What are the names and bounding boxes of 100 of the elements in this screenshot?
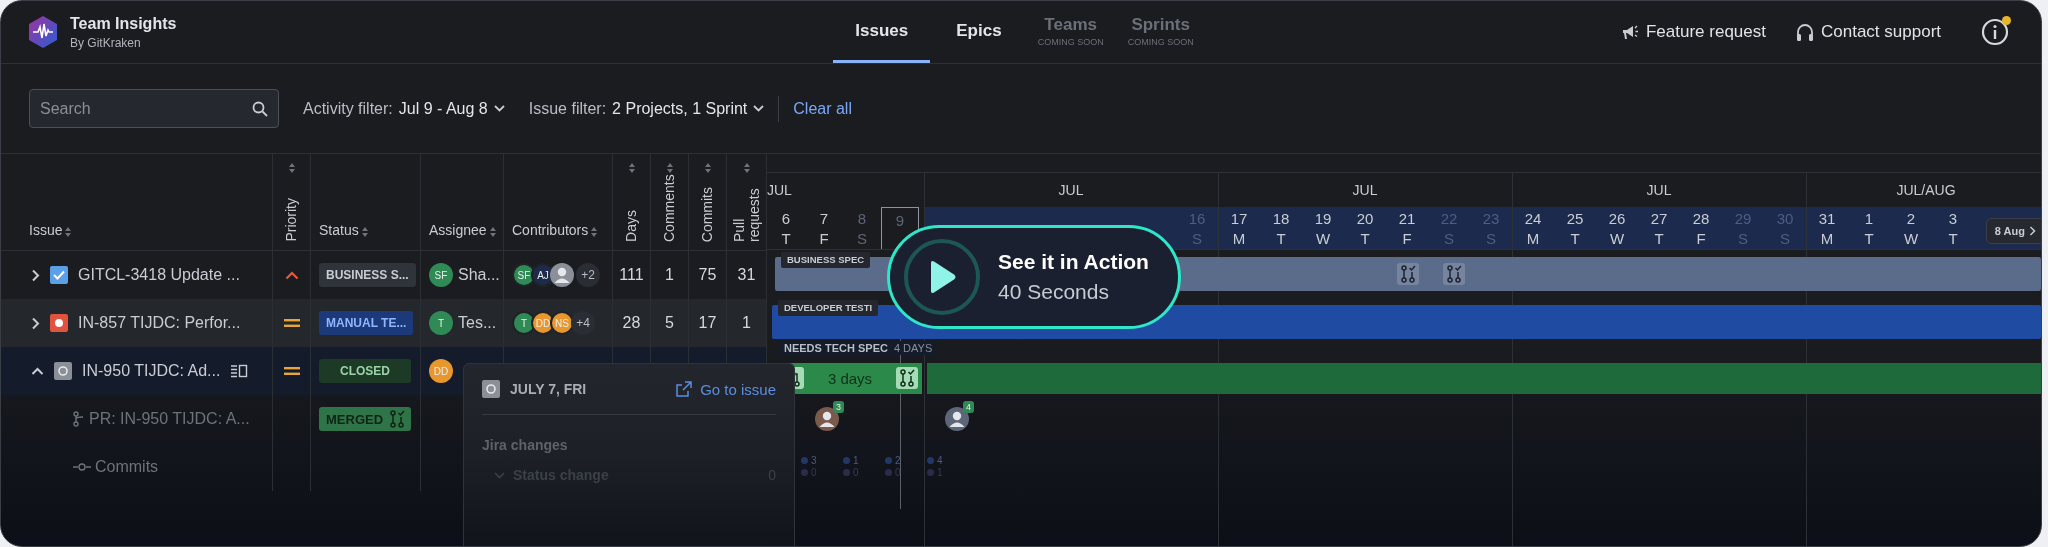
- headset-icon: [1796, 22, 1814, 42]
- avatar: DD: [429, 359, 453, 383]
- status-badge: CLOSED: [319, 359, 411, 383]
- table-cell: 17: [698, 314, 717, 332]
- issue-title[interactable]: IN-857 TIJDC: Perfor...: [78, 314, 241, 332]
- avatar: SF: [512, 263, 536, 287]
- popup-date: JULY 7, FRI: [510, 381, 588, 397]
- issue-type-icon: [482, 380, 500, 398]
- sort-icon: [488, 226, 497, 238]
- column-header[interactable]: Contributors: [512, 222, 589, 238]
- tab[interactable]: Issues: [833, 1, 931, 63]
- count-label: 3: [801, 454, 823, 466]
- sort-icon: [665, 162, 674, 174]
- table-cell: 111: [619, 266, 644, 284]
- commit-icon: [73, 462, 91, 472]
- assignee-name: Tes...: [458, 314, 497, 332]
- column-header[interactable]: Issue: [29, 222, 63, 238]
- merged-icon: [1446, 265, 1462, 283]
- column-header[interactable]: Priority: [284, 198, 299, 242]
- external-link-icon: [676, 381, 693, 397]
- promo-title: See it in Action: [998, 250, 1149, 274]
- sort-icon: [64, 226, 73, 238]
- table-cell: 1: [665, 266, 674, 284]
- caret-icon: [753, 105, 765, 112]
- video-promo-button[interactable]: See it in Action 40 Seconds: [887, 225, 1181, 329]
- count-label: 4: [927, 454, 949, 466]
- day-column-header: 6 T: [780, 208, 792, 249]
- avatar: T: [512, 311, 536, 335]
- avatar: SF: [429, 263, 453, 287]
- branch-icon: [73, 411, 85, 427]
- assignee-name: Sha...: [458, 266, 500, 284]
- column-header[interactable]: Status: [319, 222, 359, 238]
- logo-icon: [28, 15, 58, 49]
- feature-request-button[interactable]: Feature request: [1621, 22, 1766, 42]
- column-header[interactable]: Assignee: [429, 222, 487, 238]
- status-badge: MANUAL TE...: [319, 311, 414, 335]
- commits-label[interactable]: Commits: [95, 458, 159, 476]
- info-button[interactable]: [1981, 18, 2009, 46]
- status-badge: BUSINESS S...: [319, 263, 416, 287]
- chevron-up-icon[interactable]: [31, 366, 44, 376]
- duration-label: 4 DAYS: [893, 341, 933, 354]
- count-label: 2: [885, 454, 907, 466]
- month-label: JUL: [1351, 181, 1379, 200]
- column-header[interactable]: Commits: [700, 186, 715, 242]
- chevron-right-icon[interactable]: [31, 268, 40, 282]
- column-header[interactable]: Days: [624, 210, 639, 242]
- merged-marker[interactable]: [1397, 263, 1419, 285]
- duration-text: 3 days: [827, 369, 873, 387]
- app-title: Team Insights: [70, 14, 177, 33]
- chevron-right-icon: [2029, 226, 2036, 236]
- sort-icon: [590, 226, 599, 238]
- avatar-icon: [550, 263, 574, 287]
- pull-request-title[interactable]: PR: IN-950 TIJDC: A...: [89, 410, 250, 428]
- status-badge: MERGED: [319, 407, 411, 431]
- month-label: JUL: [767, 181, 793, 200]
- table-cell: 75: [698, 266, 717, 284]
- caret-icon: [493, 105, 505, 112]
- search-icon: [252, 101, 268, 117]
- table-cell: 5: [665, 314, 674, 332]
- day-column-header: 7 F: [818, 208, 830, 249]
- tab[interactable]: Epics: [934, 1, 1024, 63]
- column-header[interactable]: Pull requests: [731, 176, 762, 242]
- promo-duration: 40 Seconds: [998, 280, 1110, 304]
- merged-icon: [389, 410, 406, 428]
- megaphone-icon: [1621, 23, 1639, 41]
- month-label: JUL/AUG: [1895, 181, 1957, 200]
- stage-label: NEEDS TECH SPEC: [784, 341, 888, 354]
- issue-title[interactable]: IN-950 TIJDC: Ad...: [82, 362, 221, 380]
- sort-icon: [703, 162, 712, 174]
- column-header[interactable]: Comments: [662, 176, 677, 242]
- sort-icon: [287, 162, 296, 174]
- month-label: JUL: [1645, 181, 1673, 200]
- more-count: +4: [571, 311, 595, 335]
- issue-filter[interactable]: Issue filter: 2 Projects, 1 Sprint: [528, 99, 765, 118]
- day-column-header: 8 S: [856, 208, 868, 249]
- avatar: DD: [531, 311, 555, 335]
- stage-label: BUSINESS SPEC: [781, 252, 871, 268]
- search-field[interactable]: Search: [29, 89, 279, 128]
- avatar: T: [429, 311, 453, 335]
- sort-icon: [627, 162, 636, 174]
- table-cell: 31: [737, 266, 756, 284]
- stage-label: DEVELOPER TESTI: [778, 300, 879, 316]
- table-cell: 1: [742, 314, 751, 332]
- merged-icon: [1400, 265, 1416, 283]
- contact-support-button[interactable]: Contact support: [1796, 22, 1941, 42]
- count-label: 1: [843, 454, 865, 466]
- merged-icon: [899, 369, 915, 387]
- sort-icon: [742, 162, 751, 174]
- app-subtitle: By GitKraken: [70, 35, 142, 50]
- issue-title[interactable]: GITCL-3418 Update ...: [78, 266, 240, 284]
- count-badge: 4: [963, 401, 974, 413]
- jump-to-date-button[interactable]: 8 Aug: [1985, 218, 2041, 244]
- avatar: NS: [550, 311, 574, 335]
- chevron-right-icon[interactable]: [31, 316, 40, 330]
- activity-filter[interactable]: Activity filter: Jul 9 - Aug 8: [303, 99, 505, 118]
- merged-marker[interactable]: [1443, 263, 1465, 285]
- go-to-issue-link[interactable]: Go to issue: [676, 380, 776, 398]
- section-heading: Jira changes: [482, 437, 569, 453]
- clear-all-link[interactable]: Clear all: [793, 99, 852, 118]
- table-cell: 28: [622, 314, 641, 332]
